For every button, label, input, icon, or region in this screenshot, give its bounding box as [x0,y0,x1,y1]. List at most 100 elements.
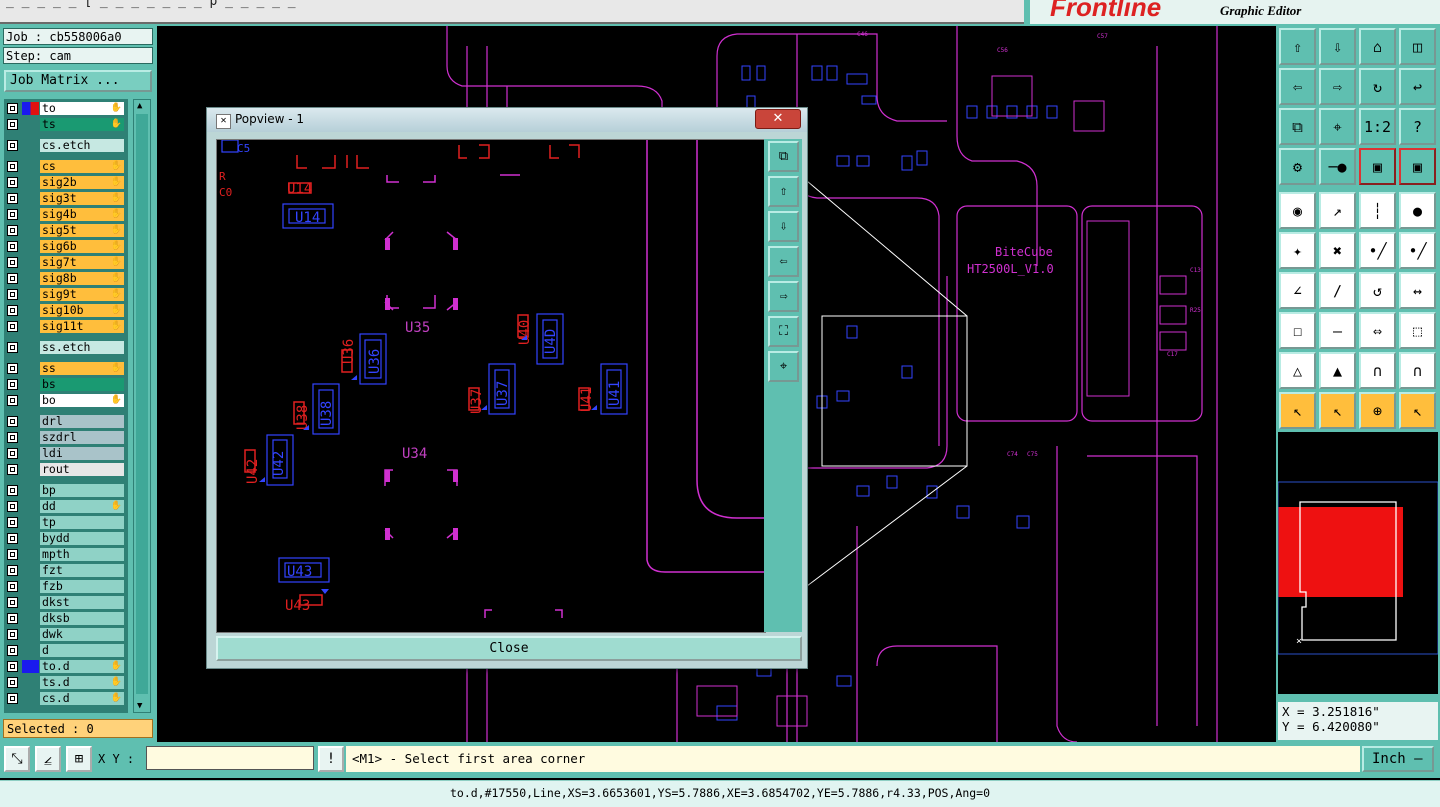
layer-name[interactable]: drl [40,415,124,428]
layer-checkbox[interactable] [7,140,18,151]
layer-name[interactable]: ts ✋ [40,118,124,131]
arch-line-icon[interactable]: ∩ [1399,352,1436,389]
layer-checkbox[interactable] [7,549,18,560]
move-up-icon[interactable]: ⇧ [1279,28,1316,65]
layer-row[interactable]: szdrl [4,430,128,445]
grid-snap-icon[interactable]: ⊞ [66,746,92,772]
layer-color-swatch[interactable] [22,208,39,221]
layer-checkbox[interactable] [7,273,18,284]
layer-row[interactable]: ldi [4,446,128,461]
layer-color-swatch[interactable] [22,532,39,545]
arc-icon[interactable]: ↺ [1359,272,1396,309]
overview-map[interactable]: × [1277,432,1439,694]
angle-icon[interactable]: ∠ [1279,272,1316,309]
layer-checkbox[interactable] [7,533,18,544]
popview-fit-icon[interactable]: ⛶ [768,316,799,347]
layer-color-swatch[interactable] [22,644,39,657]
add-line-icon[interactable]: •╱ [1359,232,1396,269]
layer-color-swatch[interactable] [22,500,39,513]
layer-color-swatch[interactable] [22,394,39,407]
layer-row[interactable]: bydd [4,531,128,546]
probe-icon[interactable]: ⚙ [1279,148,1316,185]
layer-checkbox[interactable] [7,103,18,114]
layer-color-swatch[interactable] [22,256,39,269]
layer-row[interactable]: rout [4,462,128,477]
layer-name[interactable]: sig6b ✋ [40,240,124,253]
layer-name[interactable]: d [40,644,124,657]
layer-row[interactable]: fzb [4,579,128,594]
layer-color-swatch[interactable] [22,548,39,561]
layer-name[interactable]: cs.etch [40,139,124,152]
layer-name[interactable]: sig7t ✋ [40,256,124,269]
layer-name[interactable]: fzb [40,580,124,593]
cut-icon[interactable]: ✖ [1319,232,1356,269]
layer-checkbox[interactable] [7,241,18,252]
move-right-icon[interactable]: ⇨ [1319,68,1356,105]
layer-step-icon[interactable]: ▣ [1399,148,1436,185]
pointer-icon[interactable]: ↖ [1279,392,1316,429]
popview-pan-up-icon[interactable]: ⇧ [768,176,799,207]
add-line-2-icon[interactable]: •╱ [1399,232,1436,269]
layer-row[interactable]: tp [4,515,128,530]
layer-color-swatch[interactable] [22,431,39,444]
layer-name[interactable]: sig9t ✋ [40,288,124,301]
select-box-icon[interactable]: ↖ [1319,392,1356,429]
layer-checkbox[interactable] [7,305,18,316]
layer-row[interactable]: fzt [4,563,128,578]
layer-row[interactable]: bo ✋ [4,393,128,408]
popview-pan-right-icon[interactable]: ⇨ [768,281,799,312]
layer-checkbox[interactable] [7,613,18,624]
layer-color-swatch[interactable] [22,139,39,152]
layer-checkbox[interactable] [7,225,18,236]
layer-checkbox[interactable] [7,161,18,172]
layer-name[interactable]: to.d ✋ [40,660,124,673]
layer-color-swatch[interactable] [22,692,39,705]
layer-row[interactable]: drl [4,414,128,429]
layer-checkbox[interactable] [7,432,18,443]
layer-row[interactable]: sig5t ✋ [4,223,128,238]
layer-row[interactable]: sig9t ✋ [4,287,128,302]
measure-icon[interactable]: ─● [1319,148,1356,185]
layer-checkbox[interactable] [7,177,18,188]
layer-row[interactable]: bs [4,377,128,392]
layer-color-swatch[interactable] [22,660,39,673]
layer-color-swatch[interactable] [22,596,39,609]
diagonal-select-icon[interactable]: ↗ [1319,192,1356,229]
layer-row[interactable]: dkst [4,595,128,610]
popview-close-button[interactable]: Close [216,636,802,661]
layer-row[interactable]: cs.d ✋ [4,691,128,706]
select-target-icon[interactable]: ⊕ [1359,392,1396,429]
layer-checkbox[interactable] [7,464,18,475]
measure-snap-icon[interactable]: ⦤ [35,746,61,772]
layer-color-swatch[interactable] [22,484,39,497]
layer-color-swatch[interactable] [22,362,39,375]
layer-row[interactable]: to ✋ [4,101,128,116]
shape-icon[interactable]: ⬚ [1399,312,1436,349]
layer-checkbox[interactable] [7,485,18,496]
layer-color-swatch[interactable] [22,224,39,237]
layer-color-swatch[interactable] [22,160,39,173]
layer-name[interactable]: sig5t ✋ [40,224,124,237]
scroll-thumb[interactable] [136,114,148,694]
loop-icon[interactable]: ↻ [1359,68,1396,105]
layer-checkbox[interactable] [7,565,18,576]
layer-color-swatch[interactable] [22,341,39,354]
layer-compare-icon[interactable]: ▣ [1359,148,1396,185]
popview-pan-left-icon[interactable]: ⇦ [768,246,799,277]
popview-titlebar[interactable]: ✕ Popview - 1 ✕ [207,108,807,132]
layer-checkbox[interactable] [7,342,18,353]
layer-checkbox[interactable] [7,363,18,374]
layer-name[interactable]: dd ✋ [40,500,124,513]
popview-canvas[interactable]: U14 U14 U35 U34 U43 U43 C5 C0 R U36 U36 … [216,139,766,633]
layer-color-swatch[interactable] [22,102,39,115]
step-select-icon[interactable]: ↖ [1399,392,1436,429]
layer-row[interactable]: sig3t ✋ [4,191,128,206]
layer-checkbox[interactable] [7,395,18,406]
layer-name[interactable]: ss.etch [40,341,124,354]
layer-name[interactable]: szdrl [40,431,124,444]
home-icon[interactable]: ⌂ [1359,28,1396,65]
layer-name[interactable]: sig10b ✋ [40,304,124,317]
popview-center-icon[interactable]: ⌖ [768,351,799,382]
layer-color-swatch[interactable] [22,447,39,460]
layer-color-swatch[interactable] [22,118,39,131]
